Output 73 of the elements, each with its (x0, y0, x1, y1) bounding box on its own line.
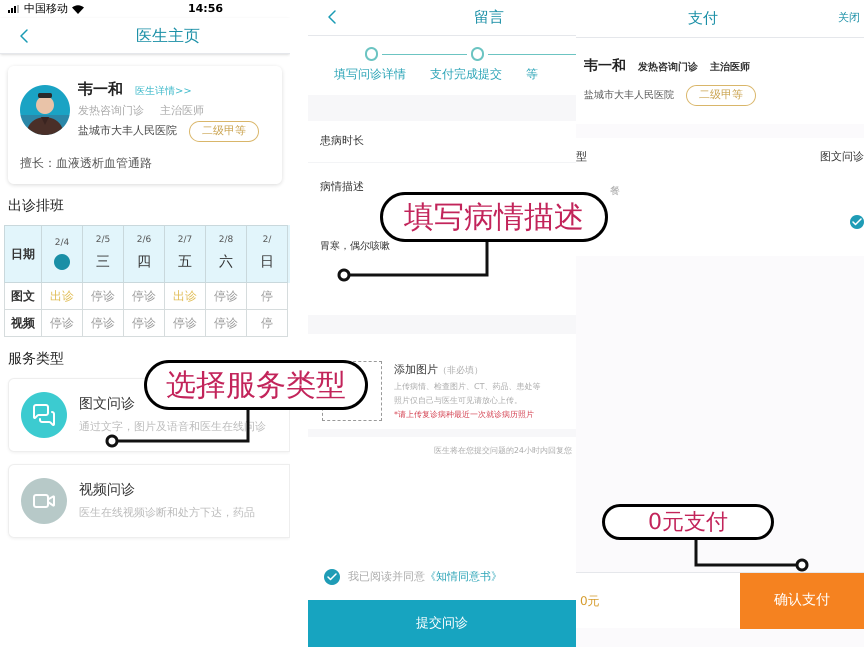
date-label: 2/4 (54, 236, 70, 250)
optional-note: （非必填） (438, 365, 483, 378)
annotation-tooltip: 填写病情描述 (380, 192, 608, 242)
step-label: 等 (526, 66, 538, 84)
specialty-text: 擅长：血液透析血管通路 (20, 154, 153, 172)
position-label: 主治医师 (710, 60, 750, 76)
schedule-cell: 停诊 (165, 310, 206, 336)
reply-notice: 医生将在您提交问题的24小时内回复您 (434, 444, 572, 457)
schedule-cell: 停诊 (42, 310, 83, 336)
hospital-name: 盐城市大丰人民医院 (584, 88, 674, 103)
section-title: 服务类型 (7, 350, 65, 368)
weekday-label: 三 (96, 252, 110, 272)
total-amount: 0元 (579, 592, 600, 610)
annotation-tooltip: 选择服务类型 (144, 360, 368, 410)
step-label: 填写问诊详情 (334, 66, 406, 84)
annotation-tooltip: 0元支付 (602, 504, 774, 540)
upload-hint: 上传病情、检查图片、CT、药品、患处等 (394, 380, 540, 393)
section-title: 出诊排班 (7, 196, 65, 216)
page-title: 支付 (688, 8, 718, 30)
step-label: 支付完成提交 (430, 66, 502, 84)
schedule-cell: 出诊 (42, 282, 83, 310)
position-label: 主治医师 (160, 102, 204, 118)
clock-time: 14:56 (188, 0, 224, 17)
agreement-text: 我已阅读并同意《知情同意书》 (348, 568, 502, 585)
package-label: 餐 (610, 184, 621, 199)
page-title: 医生主页 (136, 24, 200, 46)
doctor-detail-link[interactable]: 医生详情>> (135, 84, 192, 99)
date-label: 2/7 (178, 234, 192, 248)
schedule-cell: 停诊 (206, 282, 247, 310)
service-name: 图文问诊 (79, 394, 136, 414)
row-header-cell: 图文 (4, 282, 42, 310)
grade-badge: 二级甲等 (686, 85, 756, 106)
schedule-cell: 停 (247, 310, 288, 336)
weekday-label: 五 (178, 252, 192, 272)
consent-link[interactable]: 《知情同意书》 (425, 570, 502, 583)
schedule-cell: 停诊 (124, 310, 165, 336)
submit-button[interactable]: 提交问诊 (308, 600, 576, 647)
service-description: 医生在线视频诊断和处方下达，药品 (79, 504, 255, 521)
department-label: 发热咨询门诊 (78, 102, 144, 118)
schedule-cell: 停 (247, 282, 288, 310)
table-header-cell: 日期 (4, 224, 42, 282)
row-header-cell: 视频 (4, 310, 42, 336)
schedule-cell: 出诊 (165, 282, 206, 310)
confirm-payment-button[interactable]: 确认支付 (740, 572, 864, 628)
service-value: 图文问诊 (820, 148, 864, 165)
date-label: 2/8 (218, 234, 234, 248)
grade-badge: 二级甲等 (189, 121, 259, 142)
upload-hint: 照片仅自己与医生可见请放心上传。 (394, 394, 523, 407)
weekday-label: 日 (260, 252, 274, 272)
date-label: 2/ (262, 234, 272, 248)
upload-warning: *请上传复诊病种最近一次就诊病历照片 (394, 408, 535, 421)
date-label: 2/6 (136, 234, 152, 248)
hospital-name: 盐城市大丰人民医院 (78, 123, 177, 139)
schedule-cell: 停诊 (83, 282, 124, 310)
doctor-name: 韦一和 (584, 57, 626, 76)
page-title: 留言 (474, 7, 504, 28)
schedule-cell: 停诊 (206, 310, 247, 336)
schedule-cell: 停诊 (124, 282, 165, 310)
field-label: 病情描述 (320, 178, 365, 195)
service-name: 视频问诊 (79, 480, 136, 500)
doctor-name: 韦一和 (78, 79, 123, 100)
close-button[interactable]: 关闭 (838, 10, 860, 27)
field-label: 型 (576, 148, 587, 165)
description-field[interactable]: 胃寒，偶尔咳嗽 (320, 239, 390, 254)
upload-title: 添加图片 (394, 362, 438, 378)
service-card[interactable]: 视频问诊 医生在线视频诊断和处方下达，药品 (8, 464, 290, 538)
weekday-label: 四 (137, 252, 151, 272)
weekday-label: 六 (219, 252, 233, 272)
carrier-name: 中国移动 (24, 0, 68, 17)
department-label: 发热咨询门诊 (638, 60, 698, 76)
date-label: 2/5 (96, 234, 110, 248)
field-label: 患病时长 (320, 133, 364, 150)
schedule-cell: 停诊 (83, 310, 124, 336)
